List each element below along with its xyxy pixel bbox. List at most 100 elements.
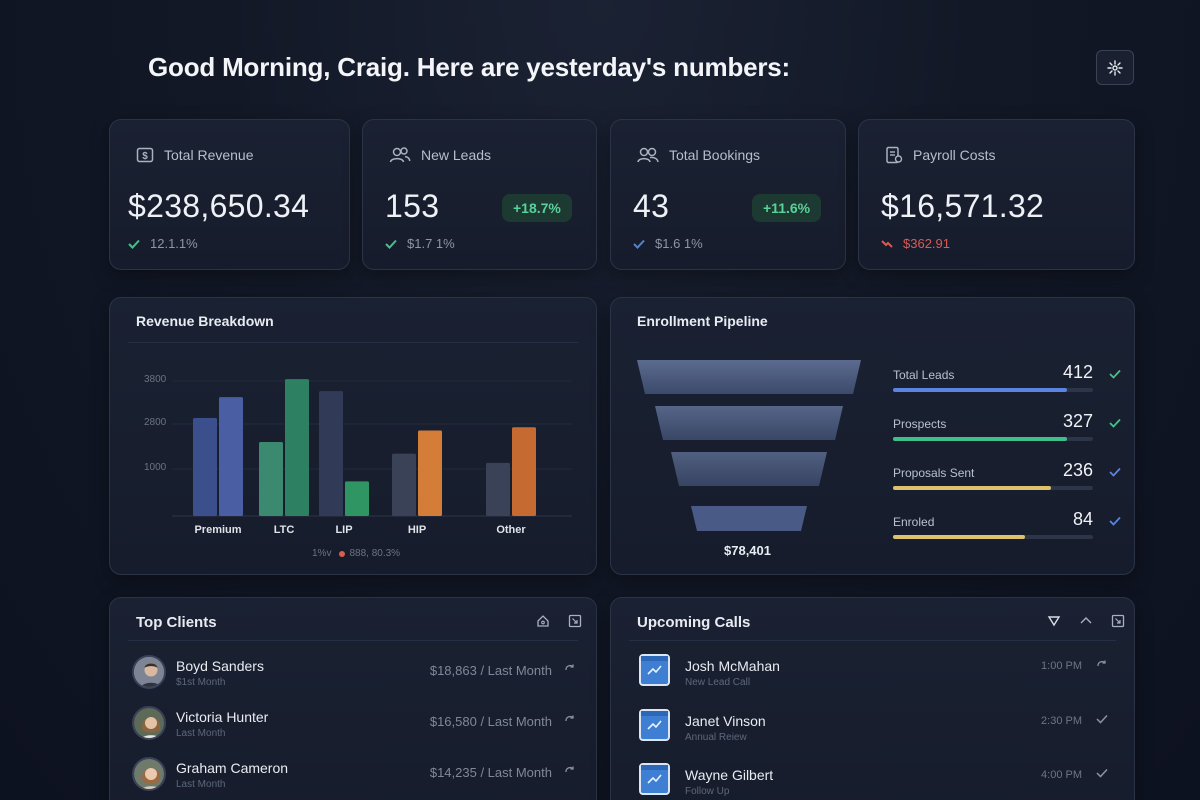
client-amount: $16,580 / Last Month (429, 714, 552, 729)
client-row[interactable]: Boyd Sanders $1st Month $18,863 / Last M… (132, 655, 578, 699)
kpi-card-total-bookings[interactable]: Total Bookings 43 +11.6% $1.6 1% (610, 119, 846, 270)
funnel-stage-3 (671, 452, 827, 486)
funnel-stage-2 (655, 406, 843, 440)
client-sub: Last Month (176, 779, 226, 790)
call-time: 4:00 PM (1041, 769, 1082, 781)
call-row[interactable]: Wayne Gilbert Follow Up 4:00 PM (633, 763, 1116, 800)
pipeline-progress (893, 437, 1067, 441)
y-tick-label: 1000 (144, 462, 167, 473)
x-tick-label: Premium (194, 524, 241, 536)
upcoming-calls-panel: Upcoming Calls Josh McMahan New Lead Cal… (610, 597, 1135, 800)
divider (128, 640, 578, 641)
client-row[interactable]: Victoria Hunter Last Month $16,580 / Las… (132, 706, 578, 750)
kpi-card-total-revenue[interactable]: $ Total Revenue $238,650.34 12.1.1% (109, 119, 350, 270)
call-type: Follow Up (685, 786, 730, 797)
pipeline-label: Total Leads (893, 368, 955, 382)
client-sub: Last Month (176, 728, 226, 739)
funnel-chart (637, 360, 861, 531)
call-time: 1:00 PM (1041, 660, 1082, 672)
kpi-sub-value: $1.7 1% (407, 236, 455, 251)
y-tick-label: 2800 (144, 417, 167, 428)
settings-button[interactable] (1096, 50, 1134, 85)
sparkle-settings-icon (1107, 59, 1123, 76)
pipeline-value: 236 (1062, 460, 1093, 480)
bar-hip-1 (392, 453, 416, 516)
pipeline-value: 412 (1062, 362, 1093, 382)
client-name: Victoria Hunter (176, 709, 269, 725)
x-tick-label: LTC (274, 524, 295, 536)
enrollment-pipeline-panel: Enrollment Pipeline $78,401 Total Leads … (610, 297, 1135, 575)
export-icon[interactable] (1111, 614, 1125, 628)
greeting-title: Good Morning, Craig. Here are yesterday'… (148, 52, 791, 82)
kpi-value: 43 (633, 188, 670, 224)
bar-premium-1 (193, 417, 217, 516)
bar-ltc-2 (285, 379, 309, 516)
check-icon (1109, 516, 1121, 526)
panel-title: Upcoming Calls (637, 614, 751, 631)
kpi-sub-value: 12.1.1% (150, 236, 198, 251)
check-icon[interactable] (1096, 768, 1108, 778)
dollar-icon: $ (136, 147, 154, 163)
client-sub: $1st Month (176, 677, 226, 688)
funnel-stage-1 (637, 360, 861, 394)
refresh-icon[interactable] (564, 663, 576, 675)
kpi-label: Total Bookings (669, 147, 761, 163)
check-icon (1109, 418, 1121, 428)
payroll-icon (886, 146, 903, 164)
client-name: Boyd Sanders (176, 658, 264, 674)
pipeline-value: 327 (1062, 411, 1093, 431)
avatar (132, 757, 166, 791)
calendar-icon (639, 654, 670, 686)
call-type: Annual Reiew (685, 732, 747, 743)
users-icon (637, 147, 659, 163)
divider (629, 640, 1116, 641)
kpi-value: 153 (385, 188, 440, 224)
export-icon[interactable] (568, 614, 582, 628)
call-row[interactable]: Janet Vinson Annual Reiew 2:30 PM (633, 709, 1116, 753)
refresh-icon[interactable] (564, 765, 576, 777)
bar-other-1 (486, 462, 510, 516)
caller-name: Janet Vinson (685, 713, 766, 729)
sort-icon[interactable] (1079, 614, 1093, 628)
pipeline-progress (893, 535, 1025, 539)
client-amount: $18,863 / Last Month (429, 663, 552, 678)
client-amount: $14,235 / Last Month (429, 765, 552, 780)
caller-name: Josh McMahan (685, 658, 780, 674)
kpi-card-new-leads[interactable]: New Leads 153 +18.7% $1.7 1% (362, 119, 597, 270)
check-icon (633, 239, 645, 249)
call-row[interactable]: Josh McMahan New Lead Call 1:00 PM (633, 654, 1116, 698)
svg-text:$: $ (142, 151, 148, 162)
pipeline-label: Enroled (893, 515, 935, 529)
refresh-icon[interactable] (564, 714, 576, 726)
kpi-card-payroll-costs[interactable]: Payroll Costs $16,571.32 $362.91 (858, 119, 1135, 270)
x-tick-label: HIP (408, 524, 426, 536)
client-row[interactable]: Graham Cameron Last Month $14,235 / Last… (132, 757, 578, 800)
home-icon[interactable] (536, 614, 550, 628)
call-time: 2:30 PM (1041, 715, 1082, 727)
call-type: New Lead Call (685, 677, 751, 688)
kpi-label: Total Revenue (164, 147, 254, 163)
check-icon (128, 239, 140, 249)
revenue-bar-chart: 3800 2800 1000 Premium LTC LIP HIP Other (144, 374, 572, 536)
bar-hip-2 (418, 430, 442, 516)
trend-down-icon (881, 239, 893, 248)
refresh-icon[interactable] (1096, 659, 1108, 671)
legend-dot (339, 550, 346, 557)
bar-other-2 (512, 427, 536, 516)
check-icon (1109, 369, 1121, 379)
pipeline-progress (893, 486, 1051, 490)
avatar (132, 706, 166, 740)
kpi-label: Payroll Costs (913, 147, 996, 163)
pipeline-progress (893, 388, 1067, 392)
top-clients-panel: Top Clients Boyd Sanders $1st Month $18,… (109, 597, 597, 800)
funnel-total: $78,401 (724, 543, 771, 558)
bar-lip-1 (319, 391, 343, 516)
kpi-sub-value: $1.6 1% (655, 236, 703, 251)
chart-footer-note: 1%v (312, 548, 332, 559)
pipeline-label: Proposals Sent (893, 466, 975, 480)
kpi-value: $238,650.34 (128, 188, 310, 224)
chart-footer-value: 888, 80.3% (349, 548, 401, 559)
check-icon[interactable] (1096, 714, 1108, 724)
panel-title: Top Clients (136, 614, 217, 631)
filter-icon[interactable] (1047, 614, 1061, 628)
